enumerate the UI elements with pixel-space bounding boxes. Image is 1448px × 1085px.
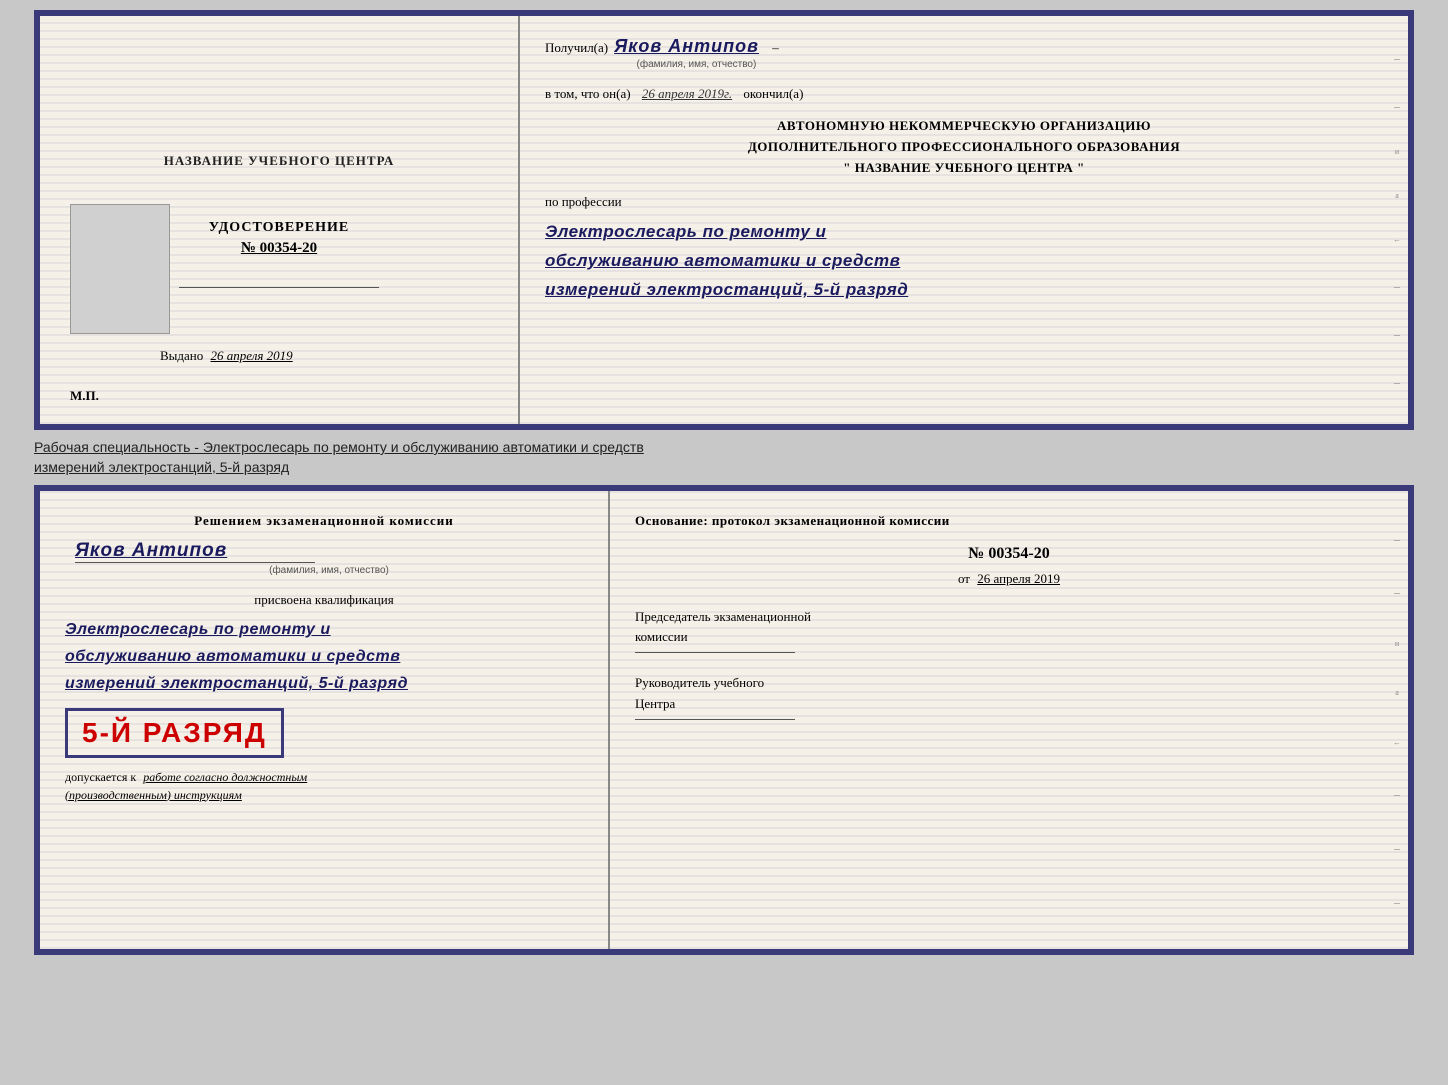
resheniem-text: Решением экзаменационной комиссии: [65, 511, 583, 532]
side-ticks-right: – – и а ← – – –: [1388, 16, 1406, 424]
recipient-name: Яков Антипов: [614, 36, 759, 56]
profession-line2: обслуживанию автоматики и средств: [545, 247, 1383, 276]
btick4: а: [1395, 689, 1399, 697]
predsedatel-label: Председатель экзаменационной комиссии: [635, 607, 1383, 649]
tick4: а: [1395, 192, 1399, 200]
predsedatel-sig-line: [635, 652, 795, 653]
profession-text: Электрослесарь по ремонту и обслуживанию…: [545, 218, 1383, 305]
specialty-line1: Рабочая специальность - Электрослесарь п…: [34, 439, 644, 455]
org-line1: АВТОНОМНУЮ НЕКОММЕРЧЕСКУЮ ОРГАНИЗАЦИЮ: [545, 116, 1383, 137]
bottom-side-ticks: – – и а ← – – –: [1388, 491, 1406, 949]
bottom-left-panel: Решением экзаменационной комиссии Яков А…: [40, 491, 610, 949]
profession-line1: Электрослесарь по ремонту и: [545, 218, 1383, 247]
org-name: " НАЗВАНИЕ УЧЕБНОГО ЦЕНТРА ": [545, 158, 1383, 179]
vydano-block: Выдано 26 апреля 2019: [160, 348, 293, 364]
org-block: АВТОНОМНУЮ НЕКОММЕРЧЕСКУЮ ОРГАНИЗАЦИЮ ДО…: [545, 116, 1383, 178]
profession-line3: измерений электростанций, 5-й разряд: [545, 276, 1383, 305]
vtom-row: в том, что он(а) 26 апреля 2019г. окончи…: [545, 86, 1383, 102]
btick1: –: [1394, 533, 1400, 545]
poluchil-row: Получил(а) Яков Антипов – (фамилия, имя,…: [545, 36, 1383, 70]
tick6: –: [1394, 280, 1400, 292]
vydano-date: 26 апреля 2019: [211, 348, 293, 363]
vydano-prefix: Выдано: [160, 348, 203, 363]
qualification-text: Электрослесарь по ремонту и обслуживанию…: [65, 616, 583, 698]
udostoverenie-number: № 00354-20: [209, 240, 349, 257]
diploma-right-panel: Получил(а) Яков Антипов – (фамилия, имя,…: [520, 16, 1408, 424]
rukovoditel-label: Руководитель учебного Центра: [635, 673, 1383, 715]
protocol-number: № 00354-20: [635, 545, 1383, 563]
bottom-person-name: Яков Антипов: [75, 540, 583, 562]
dash-separator: –: [772, 40, 779, 55]
specialty-line2: измерений электростанций, 5-й разряд: [34, 459, 289, 475]
tick3: и: [1395, 148, 1399, 156]
btick7: –: [1394, 842, 1400, 854]
udostoverenie-block: УДОСТОВЕРЕНИЕ № 00354-20: [209, 220, 349, 257]
diploma-left-panel: НАЗВАНИЕ УЧЕБНОГО ЦЕНТРА УДОСТОВЕРЕНИЕ №…: [40, 16, 520, 424]
specialty-text: Рабочая специальность - Электрослесарь п…: [34, 438, 1414, 477]
bottom-right-panel: Основание: протокол экзаменационной коми…: [610, 491, 1408, 949]
dopuskaetsya-prefix: допускается к: [65, 770, 136, 784]
bottom-diploma: Решением экзаменационной комиссии Яков А…: [34, 485, 1414, 955]
mp-label: М.П.: [70, 388, 99, 404]
osnovanie-text: Основание: протокол экзаменационной коми…: [635, 511, 1383, 531]
dopuskaetsya-text: работе согласно должностным: [143, 770, 307, 784]
tick8: –: [1394, 376, 1400, 388]
rukovoditel-sig-line: [635, 719, 795, 720]
photo-placeholder: [70, 204, 170, 334]
vtom-date: 26 апреля 2019г.: [642, 86, 732, 101]
btick6: –: [1394, 788, 1400, 800]
qual-line1: Электрослесарь по ремонту и: [65, 616, 583, 643]
razryad-badge: 5-й разряд: [65, 708, 284, 758]
bottom-fio-hint: (фамилия, имя, отчество): [75, 565, 583, 576]
btick3: и: [1395, 640, 1399, 648]
btick8: –: [1394, 896, 1400, 908]
fio-underline: [75, 562, 315, 563]
org-line2: ДОПОЛНИТЕЛЬНОГО ПРОФЕССИОНАЛЬНОГО ОБРАЗО…: [545, 137, 1383, 158]
udostoverenie-label: УДОСТОВЕРЕНИЕ: [209, 220, 349, 236]
po-professii: по профессии: [545, 194, 1383, 210]
tick5: ←: [1393, 236, 1401, 244]
qual-line2: обслуживанию автоматики и средств: [65, 643, 583, 670]
prisvoena-text: присвоена квалификация: [65, 592, 583, 608]
diploma-center-title: НАЗВАНИЕ УЧЕБНОГО ЦЕНТРА: [164, 152, 395, 170]
poluchil-prefix: Получил(а): [545, 40, 608, 56]
tick1: –: [1394, 52, 1400, 64]
ot-date: 26 апреля 2019: [977, 571, 1060, 586]
top-diploma: НАЗВАНИЕ УЧЕБНОГО ЦЕНТРА УДОСТОВЕРЕНИЕ №…: [34, 10, 1414, 430]
predsedatel-block: Председатель экзаменационной комиссии: [635, 607, 1383, 654]
qual-line3: измерений электростанций, 5-й разряд: [65, 670, 583, 697]
divider-line: [179, 287, 379, 288]
tick2: –: [1394, 100, 1400, 112]
dopuskaetsya-text2: (производственным) инструкциям: [65, 788, 242, 802]
fio-hint: (фамилия, имя, отчество): [614, 59, 779, 70]
btick2: –: [1394, 586, 1400, 598]
btick5: ←: [1393, 739, 1401, 747]
rukovoditel-block: Руководитель учебного Центра: [635, 673, 1383, 720]
okončil-label: окончил(а): [743, 86, 803, 101]
dopuskaetsya-block: допускается к работе согласно должностны…: [65, 768, 583, 804]
ot-prefix: от: [958, 571, 970, 586]
ot-date-row: от 26 апреля 2019: [635, 571, 1383, 587]
tick7: –: [1394, 328, 1400, 340]
vtom-prefix: в том, что он(а): [545, 86, 631, 101]
